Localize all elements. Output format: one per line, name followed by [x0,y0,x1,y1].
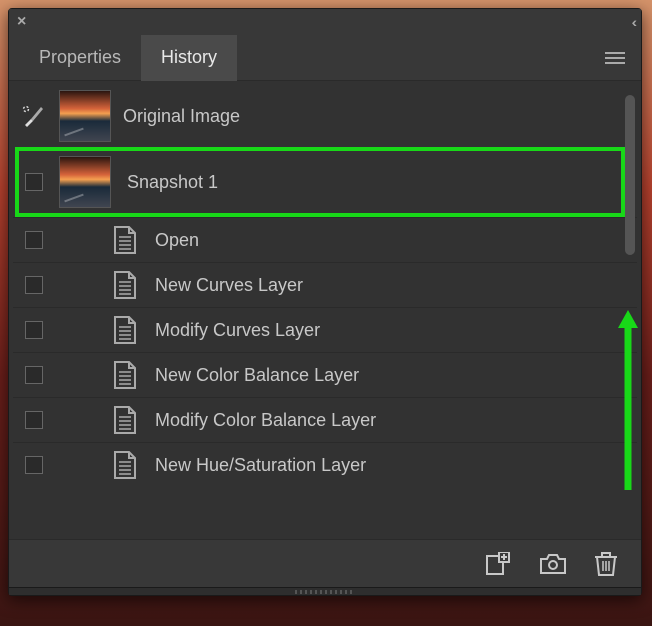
history-item[interactable]: New Color Balance Layer [13,352,637,397]
collapse-icon[interactable]: ‹‹ [632,14,633,30]
document-icon [111,314,139,346]
history-checkbox[interactable] [25,321,43,339]
close-icon[interactable]: × [17,13,26,31]
history-checkbox[interactable] [25,456,43,474]
history-list: Open New Curves Layer Modify Curves Laye… [13,217,637,535]
history-item-label: Modify Color Balance Layer [155,410,376,431]
trash-icon[interactable] [595,551,617,577]
camera-icon[interactable] [539,553,567,575]
snapshot-checkbox[interactable] [25,173,43,191]
tab-history[interactable]: History [141,35,237,81]
history-item-label: Open [155,230,199,251]
history-checkbox[interactable] [25,411,43,429]
source-label: Original Image [123,106,240,127]
history-source-row[interactable]: Original Image [13,85,637,147]
snapshot-label: Snapshot 1 [127,172,218,193]
document-icon [111,269,139,301]
document-icon [111,404,139,436]
snapshot-thumbnail [59,156,111,208]
history-item-label: New Curves Layer [155,275,303,296]
source-thumbnail [59,90,111,142]
resize-grip[interactable] [9,587,641,595]
history-panel: × ‹‹ Properties History Original I [8,8,642,596]
history-item[interactable]: Open [13,217,637,262]
history-item-label: Modify Curves Layer [155,320,320,341]
history-snapshot-row[interactable]: Snapshot 1 [13,147,637,217]
history-checkbox[interactable] [25,276,43,294]
panel-content: Original Image Snapshot 1 Open [9,81,641,539]
document-icon [111,359,139,391]
history-item-label: New Hue/Saturation Layer [155,455,366,476]
history-item[interactable]: New Curves Layer [13,262,637,307]
history-brush-icon [21,103,47,129]
document-icon [111,224,139,256]
panel-footer [9,539,641,587]
grip-lines-icon [295,590,355,594]
history-item[interactable]: Modify Color Balance Layer [13,397,637,442]
history-item-label: New Color Balance Layer [155,365,359,386]
tab-properties[interactable]: Properties [19,35,141,81]
history-item[interactable]: Modify Curves Layer [13,307,637,352]
new-document-icon[interactable] [485,552,511,576]
panel-menu-icon[interactable] [599,45,631,71]
history-checkbox[interactable] [25,366,43,384]
panel-header: × ‹‹ [9,9,641,35]
history-checkbox[interactable] [25,231,43,249]
history-item[interactable]: New Hue/Saturation Layer [13,442,637,487]
document-icon [111,449,139,481]
tabs-row: Properties History [9,35,641,81]
